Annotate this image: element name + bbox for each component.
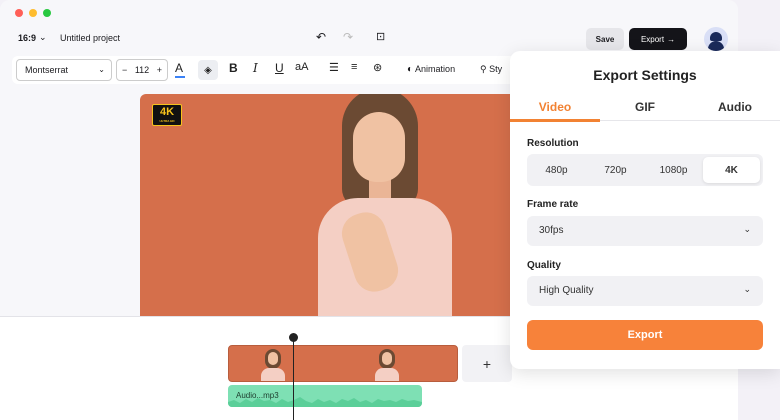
- chevron-down-icon: ⌄: [743, 224, 751, 234]
- style-label: Sty: [489, 64, 503, 74]
- clip-thumbnail: [253, 346, 293, 381]
- text-color-icon[interactable]: A: [175, 61, 185, 78]
- decrease-size-button[interactable]: −: [122, 65, 127, 75]
- badge-4k-label: 4K: [159, 106, 175, 118]
- resolution-option-4k[interactable]: 4K: [703, 157, 760, 183]
- audio-track[interactable]: Audio...mp3: [228, 385, 422, 407]
- text-case-button[interactable]: aA: [295, 61, 308, 73]
- resolution-selector: 480p 720p 1080p 4K: [527, 154, 763, 186]
- chevron-down-icon[interactable]: ⌄: [39, 32, 47, 43]
- animation-icon: ◐: [407, 64, 414, 75]
- arrow-right-icon: →: [667, 34, 676, 44]
- clip-thumbnail: [367, 346, 407, 381]
- animation-button[interactable]: ◐ Animation: [407, 64, 455, 75]
- style-icon: ⚲: [480, 64, 490, 74]
- chevron-down-icon: ⌄: [743, 284, 751, 294]
- maximize-window-button[interactable]: [43, 9, 51, 17]
- font-family-value: Montserrat: [25, 65, 69, 75]
- add-clip-button[interactable]: +: [462, 345, 512, 382]
- preview-icon[interactable]: ⊡: [376, 30, 385, 43]
- title-bar: [0, 0, 738, 24]
- resolution-label: Resolution: [527, 138, 579, 149]
- close-window-button[interactable]: [15, 9, 23, 17]
- top-bar: 16:9 ⌄ Untitled project ↶ ↷ ⊡ Save Expor…: [0, 24, 738, 54]
- thumb-face: [382, 352, 392, 365]
- person-face: [353, 112, 405, 182]
- person-image: [290, 94, 480, 332]
- align-icon[interactable]: ☰: [329, 61, 339, 74]
- save-button[interactable]: Save: [586, 28, 624, 50]
- italic-button[interactable]: I: [253, 61, 258, 75]
- export-top-button[interactable]: Export →: [629, 28, 687, 50]
- aspect-ratio-select[interactable]: 16:9: [18, 33, 36, 43]
- thumb-face: [268, 352, 278, 365]
- active-tab-indicator: [510, 119, 600, 122]
- avatar-head: [710, 32, 722, 41]
- playhead[interactable]: [293, 335, 294, 420]
- fill-color-icon[interactable]: ◈: [198, 60, 218, 80]
- export-top-label: Export: [640, 34, 665, 44]
- tab-gif[interactable]: GIF: [600, 100, 690, 114]
- thumb-torso: [261, 368, 285, 381]
- badge-4k-sub: ULTRA HD: [159, 119, 175, 123]
- text-color-bar: [175, 76, 185, 78]
- playhead-handle[interactable]: [289, 333, 298, 342]
- style-button[interactable]: ⚲ Sty: [480, 64, 502, 75]
- thumb-torso: [375, 368, 399, 381]
- resolution-option-1080p[interactable]: 1080p: [645, 157, 702, 183]
- layers-icon[interactable]: ⊛: [373, 61, 382, 74]
- frame-rate-select[interactable]: 30fps ⌄: [527, 216, 763, 246]
- font-family-select[interactable]: Montserrat ⌄: [16, 59, 112, 81]
- export-settings-panel: Export Settings Video GIF Audio Resoluti…: [510, 51, 780, 369]
- avatar[interactable]: [704, 27, 728, 51]
- badge-4k: 4K ULTRA HD: [152, 104, 182, 126]
- tab-video[interactable]: Video: [510, 100, 600, 114]
- tab-audio[interactable]: Audio: [690, 100, 780, 114]
- video-preview[interactable]: 4K ULTRA HD: [140, 94, 516, 332]
- font-size-value[interactable]: 112: [135, 65, 149, 75]
- quality-select[interactable]: High Quality ⌄: [527, 276, 763, 306]
- chevron-down-icon: ⌄: [98, 65, 105, 74]
- quality-value: High Quality: [539, 285, 594, 296]
- quality-label: Quality: [527, 260, 561, 271]
- video-clip[interactable]: [228, 345, 458, 382]
- export-tabs: Video GIF Audio: [510, 97, 780, 121]
- spacing-icon[interactable]: ≡: [351, 61, 357, 73]
- frame-rate-value: 30fps: [539, 225, 564, 236]
- animation-label: Animation: [415, 64, 456, 74]
- export-button[interactable]: Export: [527, 320, 763, 350]
- increase-size-button[interactable]: +: [157, 65, 162, 75]
- frame-rate-label: Frame rate: [527, 199, 579, 210]
- resolution-option-480p[interactable]: 480p: [528, 157, 585, 183]
- bold-button[interactable]: B: [229, 61, 238, 75]
- undo-icon[interactable]: ↶: [316, 30, 326, 44]
- font-size-stepper[interactable]: − 112 +: [116, 59, 168, 81]
- avatar-body: [708, 41, 724, 51]
- audio-label: Audio...mp3: [236, 391, 279, 400]
- minimize-window-button[interactable]: [29, 9, 37, 17]
- underline-button[interactable]: U: [275, 61, 284, 75]
- resolution-option-720p[interactable]: 720p: [587, 157, 644, 183]
- panel-title: Export Settings: [593, 67, 697, 83]
- project-title[interactable]: Untitled project: [60, 33, 120, 43]
- redo-icon[interactable]: ↷: [343, 30, 353, 44]
